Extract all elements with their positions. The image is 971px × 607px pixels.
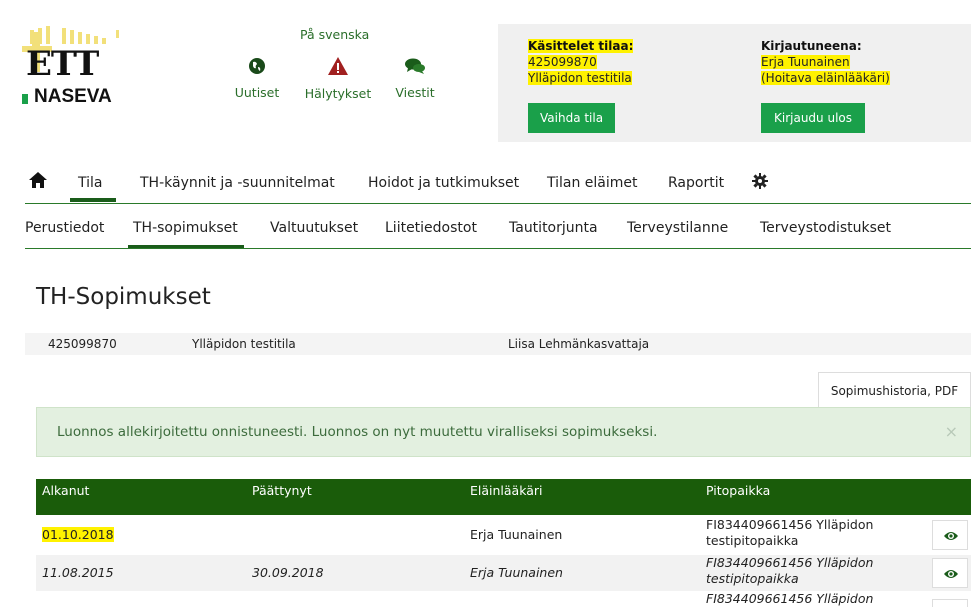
logo-text-bottom: NASEVA [34, 86, 112, 107]
col-header-alkanut: Alkanut [42, 483, 90, 498]
farm-info-name: Ylläpidon testitila [192, 337, 296, 351]
user-role: (Hoitava eläinlääkäri) [761, 71, 890, 85]
main-nav-th-kaynnit[interactable]: TH-käynnit ja -suunnitelmat [140, 175, 335, 191]
sub-nav-divider [25, 248, 971, 249]
main-nav-tila[interactable]: Tila [78, 175, 102, 191]
page-title: TH-Sopimukset [36, 284, 211, 310]
col-header-pitopaikka: Pitopaikka [706, 483, 771, 498]
row-pitopaikka: FI834409661456 Ylläpidon testipitopaikka [706, 555, 873, 587]
success-alert: Luonnos allekirjoitettu onnistuneesti. L… [36, 407, 971, 457]
logout-button[interactable]: Kirjaudu ulos [761, 103, 865, 133]
ett-naseva-logo[interactable]: ETT NASEVA [22, 22, 122, 107]
table-row[interactable]: 11.08.2015 30.09.2018 Erja Tuunainen FI8… [36, 555, 971, 591]
logged-in-label: Kirjautuneena: [761, 39, 862, 53]
table-row[interactable]: 01.10.2018 Erja Tuunainen FI834409661456… [36, 517, 971, 553]
row-pitopaikka-line1: FI834409661456 Ylläpidon [706, 517, 874, 532]
logged-in-block: Kirjautuneena: Erja Tuunainen (Hoitava e… [761, 38, 890, 86]
farm-info-id: 425099870 [48, 337, 117, 351]
success-alert-text: Luonnos allekirjoitettu onnistuneesti. L… [57, 424, 658, 440]
current-farm-label: Käsittelet tilaa: [528, 39, 634, 53]
row-vet: Erja Tuunainen [470, 565, 563, 580]
home-icon[interactable] [28, 171, 48, 189]
gear-icon[interactable] [752, 173, 768, 189]
sub-nav-tautitorjunta[interactable]: Tautitorjunta [509, 220, 598, 236]
sub-nav-liitetiedostot[interactable]: Liitetiedostot [385, 220, 477, 236]
main-nav-hoidot[interactable]: Hoidot ja tutkimukset [368, 175, 519, 191]
main-nav-raportit[interactable]: Raportit [668, 175, 724, 191]
view-button[interactable] [932, 520, 968, 550]
top-nav-viestit-label: Viestit [395, 85, 435, 100]
user-name: Erja Tuunainen [761, 55, 850, 69]
main-nav-tilan-elaimet[interactable]: Tilan eläimet [547, 175, 638, 191]
close-icon[interactable]: × [945, 422, 958, 441]
row-alkanut: 11.08.2015 [42, 565, 114, 580]
row-paattynyt: 30.09.2018 [252, 565, 324, 580]
current-farm-block: Käsittelet tilaa: 425099870 Ylläpidon te… [528, 38, 634, 86]
logo-text-top: ETT [26, 44, 99, 84]
row-pitopaikka-line1: FI834409661456 Ylläpidon [706, 593, 874, 606]
row-pitopaikka-line2: testipitopaikka [706, 533, 799, 548]
row-alkanut: 01.10.2018 [42, 527, 114, 542]
top-nav-halytykset[interactable]: Hälytykset [298, 56, 378, 101]
farm-info-row: 425099870 Ylläpidon testitila Liisa Lehm… [25, 333, 971, 355]
main-nav-active-indicator [70, 198, 116, 202]
farm-info-owner: Liisa Lehmänkasvattaja [508, 337, 650, 351]
sub-nav-perustiedot[interactable]: Perustiedot [25, 220, 104, 236]
top-nav-uutiset[interactable]: Uutiset [222, 57, 292, 100]
globe-icon [249, 58, 265, 74]
row-pitopaikka: FI834409661456 Ylläpidon testipitopaikka [706, 517, 873, 549]
warning-icon [328, 57, 348, 75]
col-header-paattynyt: Päättynyt [252, 483, 312, 498]
top-nav-halytykset-label: Hälytykset [304, 86, 372, 101]
contracts-table-header: Alkanut Päättynyt Eläinlääkäri Pitopaikk… [36, 479, 971, 515]
current-farm-name: Ylläpidon testitila [528, 71, 632, 85]
row-pitopaikka-line2: testipitopaikka [706, 571, 799, 586]
main-nav-divider [25, 203, 971, 204]
col-header-elainlaakari: Eläinlääkäri [470, 483, 543, 498]
row-pitopaikka-line1: FI834409661456 Ylläpidon [706, 555, 874, 570]
view-button[interactable] [932, 599, 968, 607]
language-link[interactable]: På svenska [300, 27, 369, 42]
contract-history-pdf-button[interactable]: Sopimushistoria, PDF [818, 372, 971, 408]
sub-nav-terveystilanne[interactable]: Terveystilanne [627, 220, 728, 236]
eye-icon [944, 570, 958, 578]
status-panel: Käsittelet tilaa: 425099870 Ylläpidon te… [498, 24, 971, 142]
view-button[interactable] [932, 558, 968, 588]
row-vet: Erja Tuunainen [470, 527, 563, 542]
sub-nav-th-sopimukset[interactable]: TH-sopimukset [133, 220, 238, 236]
table-row[interactable]: FI834409661456 Ylläpidon [36, 593, 971, 607]
sub-nav-valtuutukset[interactable]: Valtuutukset [270, 220, 358, 236]
sub-nav-terveystodistukset[interactable]: Terveystodistukset [760, 220, 891, 236]
top-nav-viestit[interactable]: Viestit [382, 57, 448, 100]
change-farm-button[interactable]: Vaihda tila [528, 103, 616, 133]
eye-icon [944, 532, 958, 540]
chat-icon [405, 58, 425, 74]
current-farm-id: 425099870 [528, 55, 597, 69]
top-nav-uutiset-label: Uutiset [234, 85, 280, 100]
